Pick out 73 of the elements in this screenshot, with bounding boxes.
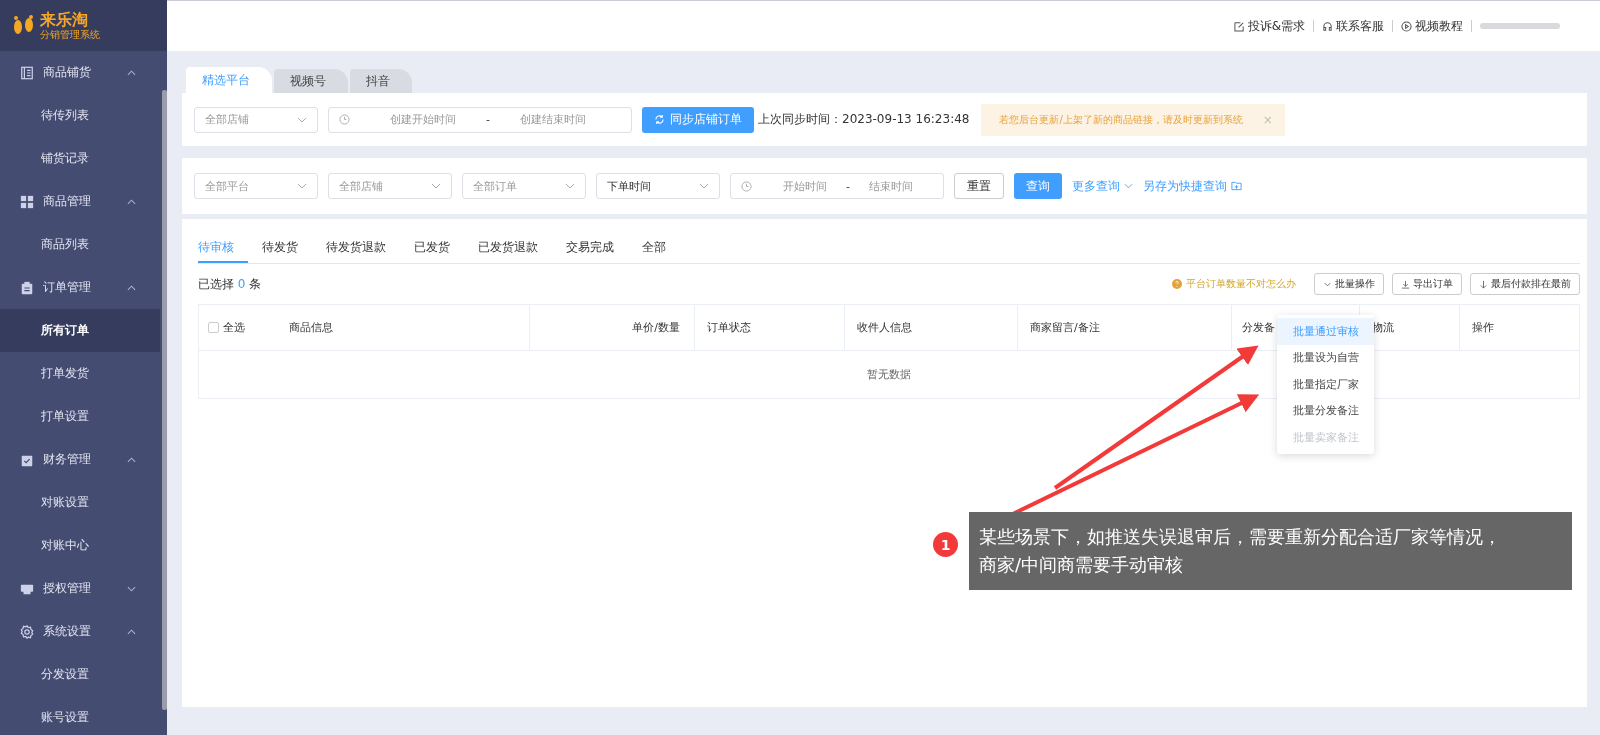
menu-item[interactable]: 账号设置 — [0, 696, 160, 735]
selected-count: 已选择 0 条 — [198, 275, 263, 293]
caret-icon — [565, 183, 575, 189]
menu-item[interactable]: 对账设置 — [0, 481, 160, 524]
menu-option[interactable]: 批量指定厂家 — [1277, 371, 1374, 398]
toolbar-button[interactable]: 批量操作 — [1314, 273, 1384, 295]
menu-item[interactable]: 铺货记录 — [0, 137, 160, 180]
toolbar-button[interactable]: 最后付款排在最前 — [1470, 273, 1580, 295]
select-all-label[interactable]: 全选 — [223, 320, 245, 335]
header-link[interactable]: 联系客服 — [1322, 17, 1384, 35]
clock-icon — [741, 180, 752, 192]
order-tab[interactable]: 待发货 — [248, 233, 312, 263]
empty-text: 暂无数据 — [867, 367, 911, 382]
order-tab[interactable]: 全部 — [628, 233, 680, 263]
grid-icon — [20, 194, 34, 209]
menu-item[interactable]: 打单发货 — [0, 352, 160, 395]
logo-name: 来乐淘 — [40, 10, 89, 29]
headset-icon — [1322, 20, 1333, 32]
arrow-down-icon — [1479, 279, 1488, 289]
menu-group[interactable]: 商品铺货 — [0, 51, 160, 94]
menu-item[interactable]: 商品列表 — [0, 223, 160, 266]
caret-icon — [699, 183, 709, 189]
edit-icon — [1233, 20, 1245, 32]
document-icon — [20, 65, 34, 80]
notice-text: 若您后台更新/上架了新的商品链接，请及时更新到系统 — [999, 112, 1243, 127]
column-header: 单价/数量 — [529, 305, 694, 350]
clipboard-icon — [20, 280, 34, 295]
caret-icon — [431, 183, 441, 189]
checkbox[interactable] — [208, 322, 219, 333]
platform-tab[interactable]: 抖音 — [350, 69, 412, 93]
toolbar-button[interactable]: 导出订单 — [1392, 273, 1462, 295]
order-tab[interactable]: 已发货退款 — [464, 233, 552, 263]
menu-group[interactable]: 订单管理 — [0, 266, 160, 309]
menu-item[interactable]: 待传列表 — [0, 94, 160, 137]
column-header: 收件人信息 — [844, 305, 1017, 350]
reset-button[interactable]: 重置 — [954, 173, 1004, 199]
caret-icon — [297, 116, 307, 123]
menu-group[interactable]: 系统设置 — [0, 610, 160, 653]
order-tab[interactable]: 待发货退款 — [312, 233, 400, 263]
refresh-icon — [654, 114, 665, 125]
platform-tab[interactable]: 视频号 — [274, 69, 348, 93]
menu-item[interactable]: 所有订单 — [0, 309, 160, 352]
menu-option[interactable]: 批量分发备注 — [1277, 397, 1374, 424]
header-link[interactable]: 投诉&需求 — [1233, 17, 1305, 35]
date-range-field[interactable]: 创建开始时间 - 创建结束时间 — [328, 106, 632, 133]
annotation-text: 某些场景下，如推送失误退审后，需要重新分配合适厂家等情况， — [979, 525, 1502, 549]
menu-item[interactable]: 打单设置 — [0, 395, 160, 438]
last-sync-time: 上次同步时间：2023-09-13 16:23:48 — [758, 111, 970, 128]
footprints-icon — [12, 14, 36, 37]
column-header: 订单状态 — [694, 305, 844, 350]
column-header: 商品信息 — [289, 320, 333, 335]
menu-group[interactable]: 商品管理 — [0, 180, 160, 223]
menu-group[interactable]: 财务管理 — [0, 438, 160, 481]
menu-item[interactable]: 分发设置 — [0, 653, 160, 696]
download-icon — [1401, 279, 1410, 289]
folder-icon — [1231, 181, 1242, 191]
header-link[interactable]: 视频教程 — [1401, 17, 1463, 35]
date-range-field[interactable]: 开始时间 - 结束时间 — [730, 173, 944, 199]
order-tab[interactable]: 已发货 — [400, 233, 464, 263]
filter-select[interactable]: 下单时间 — [596, 173, 720, 199]
caret-icon — [297, 183, 307, 189]
play-icon — [1401, 20, 1412, 32]
column-header: 商家留言/备注 — [1017, 305, 1231, 350]
annotation-text: 商家/中间商需要手动审核 — [979, 553, 1185, 577]
menu-item[interactable]: 对账中心 — [0, 524, 160, 567]
order-tab[interactable]: 交易完成 — [552, 233, 628, 263]
column-header: 操作 — [1459, 305, 1579, 350]
logo-subtitle: 分销管理系统 — [40, 28, 100, 41]
caret-icon — [1124, 183, 1133, 189]
menu-group[interactable]: 授权管理 — [0, 567, 160, 610]
clock-icon — [339, 114, 350, 125]
help-icon — [1172, 279, 1182, 289]
gear-icon — [20, 624, 34, 639]
